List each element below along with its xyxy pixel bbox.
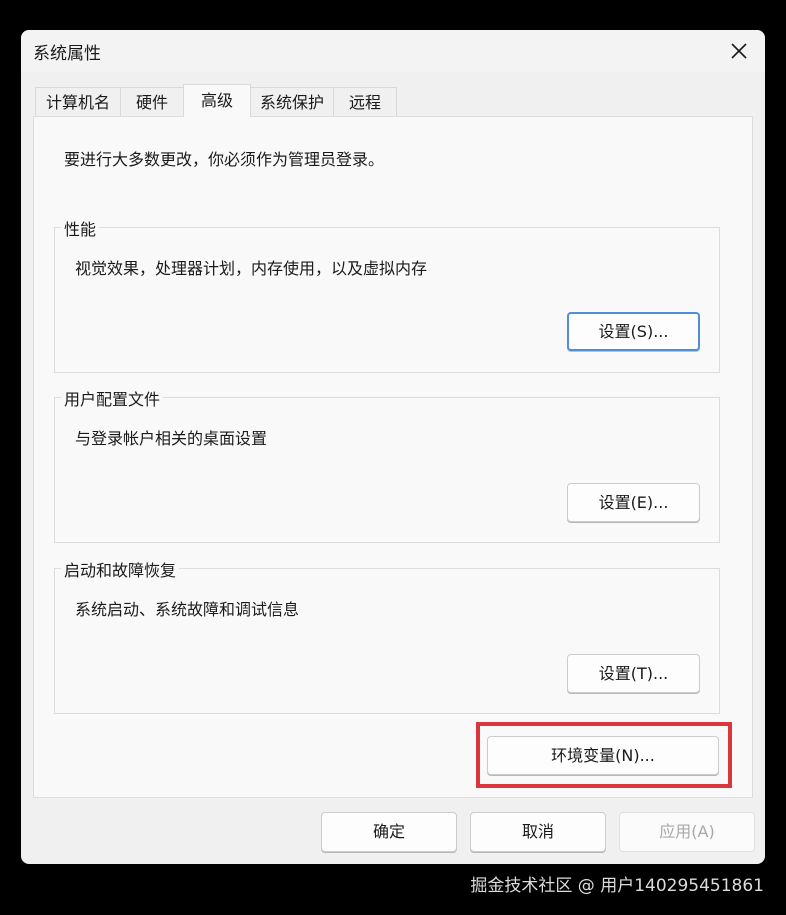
- performance-group-label: 性能: [61, 216, 100, 240]
- tab-hardware[interactable]: 硬件: [120, 87, 184, 116]
- advanced-tab-panel: 要进行大多数更改，你必须作为管理员登录。 性能 视觉效果，处理器计划，内存使用，…: [33, 116, 753, 798]
- tab-advanced[interactable]: 高级: [183, 84, 251, 117]
- startup-recovery-group-label: 启动和故障恢复: [61, 557, 180, 581]
- ok-button[interactable]: 确定: [321, 812, 457, 852]
- tab-remote[interactable]: 远程: [333, 87, 397, 116]
- title-bar: 系统属性: [21, 30, 765, 72]
- apply-button[interactable]: 应用(A): [619, 812, 755, 852]
- close-icon: [731, 43, 747, 59]
- startup-recovery-description: 系统启动、系统故障和调试信息: [75, 600, 300, 619]
- performance-description: 视觉效果，处理器计划，内存使用，以及虚拟内存: [75, 259, 428, 278]
- window-title: 系统属性: [33, 44, 101, 64]
- watermark: 掘金技术社区 @ 用户140295451861: [470, 876, 764, 896]
- system-properties-dialog: 系统属性 计算机名 硬件 高级 系统保护 远程 要进行大多数更改，你必须作为管理…: [21, 30, 765, 864]
- performance-group: 性能 视觉效果，处理器计划，内存使用，以及虚拟内存 设置(S)...: [54, 216, 720, 373]
- performance-settings-button[interactable]: 设置(S)...: [567, 312, 700, 351]
- startup-recovery-group: 启动和故障恢复 系统启动、系统故障和调试信息 设置(T)...: [54, 557, 720, 714]
- tab-computer-name[interactable]: 计算机名: [35, 87, 121, 116]
- close-button[interactable]: [721, 34, 757, 68]
- startup-recovery-settings-button[interactable]: 设置(T)...: [567, 654, 700, 693]
- cancel-button[interactable]: 取消: [470, 812, 606, 852]
- user-profiles-description: 与登录帐户相关的桌面设置: [75, 429, 268, 448]
- user-profiles-group-label: 用户配置文件: [61, 386, 164, 410]
- admin-note: 要进行大多数更改，你必须作为管理员登录。: [64, 150, 385, 169]
- tab-system-protection[interactable]: 系统保护: [250, 87, 334, 116]
- user-profiles-group: 用户配置文件 与登录帐户相关的桌面设置 设置(E)...: [54, 386, 720, 543]
- environment-variables-button[interactable]: 环境变量(N)...: [487, 736, 719, 775]
- user-profiles-settings-button[interactable]: 设置(E)...: [567, 483, 700, 522]
